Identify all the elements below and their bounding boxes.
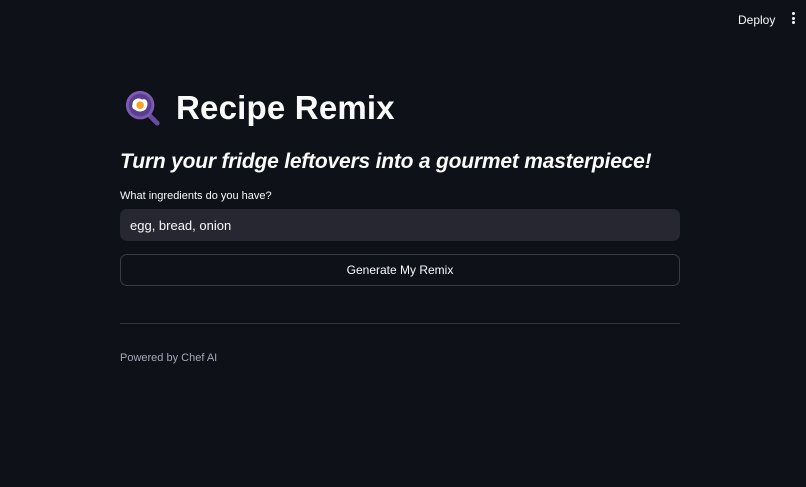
ingredients-label: What ingredients do you have? [120, 190, 272, 202]
top-toolbar: Deploy [0, 0, 806, 40]
main-content: Recipe Remix Turn your fridge leftovers … [120, 86, 680, 364]
ingredients-input[interactable] [120, 209, 680, 241]
frying-pan-egg-icon [125, 90, 160, 126]
deploy-button[interactable]: Deploy [730, 11, 783, 29]
page-title: Recipe Remix [176, 89, 395, 126]
page-subtitle: Turn your fridge leftovers into a gourme… [120, 150, 652, 173]
footer-text: Powered by Chef AI [120, 352, 218, 364]
divider [120, 323, 680, 324]
vertical-dots-icon[interactable] [789, 12, 797, 26]
title-row: Recipe Remix [120, 86, 680, 130]
generate-remix-button[interactable]: Generate My Remix [120, 254, 680, 286]
